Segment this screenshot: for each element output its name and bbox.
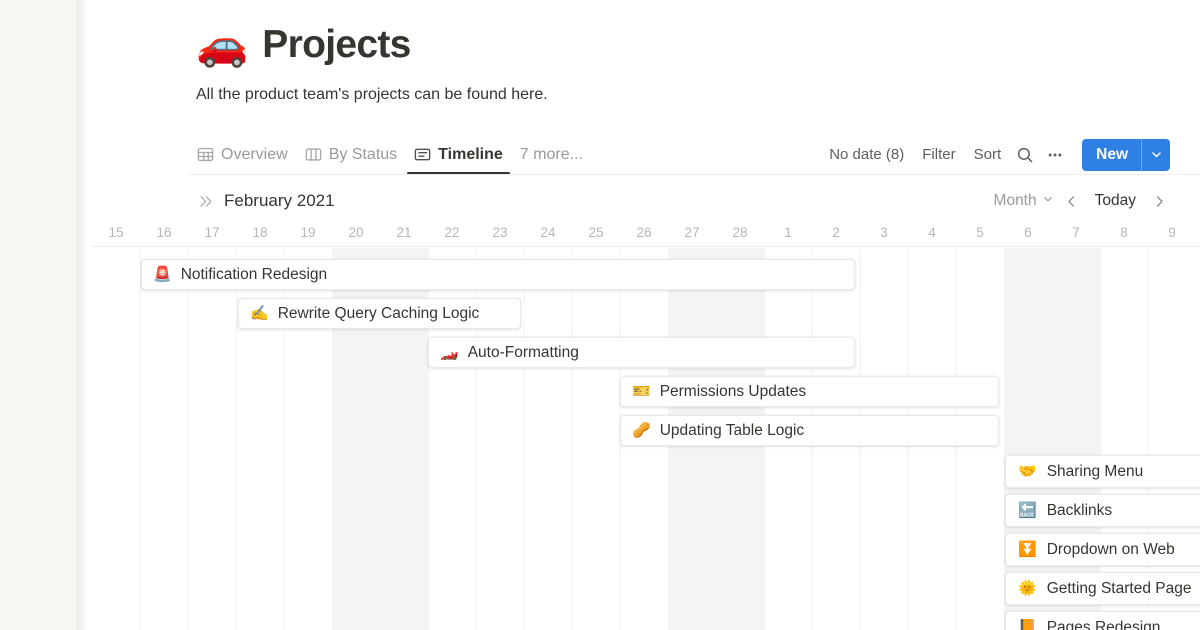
tab-overview[interactable]: Overview (190, 135, 295, 175)
timeline-bar-label: Updating Table Logic (659, 421, 805, 439)
double-chevron-right-icon[interactable] (198, 193, 215, 210)
no-date-card[interactable]: 🌞 Getting Started Page (1005, 572, 1200, 605)
double-down-arrow-emoji: ⏬ (1018, 540, 1037, 558)
timeline-bar[interactable]: 🎫 Permissions Updates (620, 376, 999, 407)
page-title[interactable]: Projects (262, 23, 411, 67)
page-title-row: 🚗 Projects (196, 20, 1096, 70)
no-date-card-label: Getting Started Page (1046, 579, 1192, 597)
timeline-bar[interactable]: 🥜 Updating Table Logic (620, 415, 999, 446)
tab-timeline[interactable]: Timeline (407, 135, 510, 175)
ruler-day: 8 (1120, 225, 1128, 240)
ruler-day: 27 (684, 225, 700, 240)
view-toolbar-actions: No date (8) Filter Sort New (820, 138, 1180, 171)
timeline-bar-label: Rewrite Query Caching Logic (277, 304, 480, 322)
chevron-down-icon (1042, 192, 1054, 210)
no-date-card-label: Pages Redesign (1046, 618, 1161, 630)
ruler-day: 9 (1168, 225, 1176, 240)
ruler-day: 25 (588, 225, 604, 240)
grid-day-separator (524, 248, 525, 630)
board-icon (305, 146, 322, 163)
timeline-month-group: February 2021 (198, 191, 335, 211)
ticket-emoji: 🎫 (632, 382, 651, 400)
red-car-emoji: 🚗 (196, 20, 249, 70)
ruler-day: 16 (156, 225, 172, 240)
ellipsis-icon[interactable] (1040, 141, 1070, 169)
left-sidebar-strip (0, 0, 85, 630)
back-arrow-emoji: 🔙 (1018, 501, 1037, 519)
table-icon (197, 146, 214, 163)
timeline-nav-group: Month Today (994, 188, 1200, 214)
no-date-card[interactable]: 🤝 Sharing Menu (1005, 455, 1200, 488)
ruler-day: 23 (492, 225, 508, 240)
ruler-day: 20 (348, 225, 364, 240)
view-tab-bar: Overview By Status Timeline 7 more... No… (190, 134, 1200, 175)
no-date-card[interactable]: 📙 Pages Redesign (1005, 611, 1200, 630)
ruler-day: 24 (540, 225, 556, 240)
ruler-day: 2 (832, 225, 840, 240)
tab-more-views[interactable]: 7 more... (513, 146, 590, 164)
writing-hand-emoji: ✍️ (250, 304, 269, 322)
view-tabs: Overview By Status Timeline 7 more... (190, 135, 590, 175)
filter-button[interactable]: Filter (913, 140, 964, 169)
no-date-card-label: Dropdown on Web (1046, 540, 1175, 558)
timeline-bar-label: Notification Redesign (180, 265, 328, 283)
today-button[interactable]: Today (1090, 192, 1141, 210)
grid-day-separator (572, 248, 573, 630)
tab-by-status[interactable]: By Status (298, 135, 404, 175)
chevron-right-icon[interactable] (1146, 188, 1172, 214)
grid-day-separator (236, 248, 237, 630)
ruler-day: 18 (252, 225, 268, 240)
no-date-button[interactable]: No date (8) (820, 140, 913, 169)
chevron-down-icon[interactable] (1142, 139, 1170, 171)
timeline-bar-label: Auto-Formatting (467, 343, 579, 361)
sun-face-emoji: 🌞 (1018, 579, 1037, 597)
timeline-scale-label: Month (993, 192, 1037, 209)
ruler-day: 19 (300, 225, 316, 240)
ruler-day: 7 (1072, 225, 1080, 240)
timeline-toolbar: February 2021 Month Today (85, 183, 1200, 219)
chevron-left-icon[interactable] (1059, 188, 1085, 214)
notion-timeline-screen: 🚗 Projects All the product team's projec… (0, 0, 1200, 630)
sort-button[interactable]: Sort (965, 140, 1011, 169)
ruler-day: 15 (108, 225, 124, 240)
grid-day-separator (140, 248, 141, 630)
tab-timeline-label: Timeline (438, 145, 503, 163)
no-date-card-label: Sharing Menu (1046, 462, 1144, 480)
no-date-card[interactable]: ⏬ Dropdown on Web (1005, 533, 1200, 566)
timeline-icon (414, 146, 431, 163)
timeline-scale-selector[interactable]: Month (994, 192, 1054, 210)
no-date-card-label: Backlinks (1046, 501, 1113, 519)
grid-day-separator (188, 248, 189, 630)
ruler-day: 26 (636, 225, 652, 240)
ruler-day: 22 (444, 225, 460, 240)
orange-book-emoji: 📙 (1018, 618, 1037, 630)
ruler-day: 17 (204, 225, 220, 240)
new-button[interactable]: New (1082, 138, 1170, 171)
ruler-day: 1 (784, 225, 792, 240)
page-description[interactable]: All the product team's projects can be f… (196, 84, 1096, 106)
no-date-card[interactable]: 🔙 Backlinks (1005, 494, 1200, 527)
new-button-label: New (1096, 145, 1128, 163)
timeline-bar-label: Permissions Updates (659, 382, 807, 400)
police-light-emoji: 🚨 (153, 265, 172, 283)
ruler-day: 21 (396, 225, 412, 240)
ruler-day: 28 (732, 225, 748, 240)
ruler-day: 5 (976, 225, 984, 240)
timeline-bar[interactable]: ✍️ Rewrite Query Caching Logic (238, 298, 521, 329)
ruler-day: 6 (1024, 225, 1032, 240)
tab-by-status-label: By Status (328, 145, 398, 163)
timeline-bar[interactable]: 🚨 Notification Redesign (141, 259, 855, 290)
timeline-bar[interactable]: 🏎️ Auto-Formatting (428, 337, 855, 368)
racing-car-emoji: 🏎️ (440, 343, 459, 361)
ruler-day: 3 (880, 225, 888, 240)
tab-overview-label: Overview (221, 145, 288, 163)
ruler-day: 4 (928, 225, 936, 240)
handshake-emoji: 🤝 (1018, 462, 1037, 480)
search-icon[interactable] (1010, 141, 1040, 169)
timeline-month-label[interactable]: February 2021 (224, 191, 335, 211)
peanuts-emoji: 🥜 (632, 421, 651, 439)
timeline-date-ruler: 15 16 17 18 19 20 21 22 23 24 25 26 27 28 1 2 3 4 5 6 7 8 9 (92, 219, 1200, 247)
page-header: 🚗 Projects All the product team's projec… (196, 20, 1096, 106)
